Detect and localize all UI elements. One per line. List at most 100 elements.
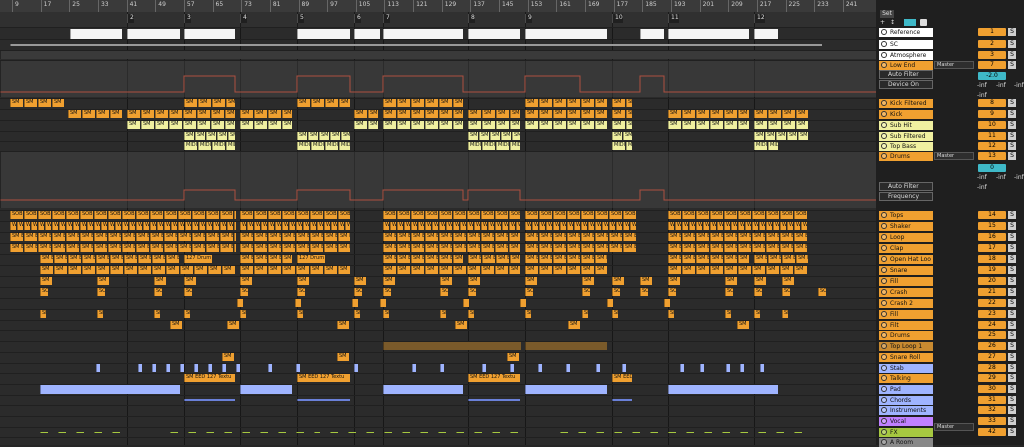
clip[interactable]: SM <box>782 310 788 318</box>
clip[interactable]: SM EED <box>668 244 681 252</box>
set-button[interactable]: Set <box>880 10 894 18</box>
clip[interactable] <box>384 432 392 433</box>
track-fold-icon[interactable] <box>881 267 887 273</box>
clip[interactable]: SM <box>468 121 481 129</box>
clip[interactable] <box>242 432 250 433</box>
track-fold-icon[interactable] <box>881 332 887 338</box>
clip[interactable] <box>383 385 463 394</box>
clip[interactable] <box>0 152 876 208</box>
clip[interactable]: SM EED <box>609 233 622 241</box>
clip[interactable]: SM <box>240 266 253 274</box>
clip[interactable]: W <box>66 222 72 230</box>
clip[interactable]: SM EED <box>623 233 636 241</box>
clip[interactable] <box>10 44 822 46</box>
clip[interactable]: SOB <box>40 288 48 296</box>
solo-button[interactable]: S <box>1008 385 1016 393</box>
track-header[interactable]: Instruments <box>879 406 933 415</box>
clip[interactable]: W <box>581 222 587 230</box>
track-activator-number[interactable]: 28 <box>978 364 1006 372</box>
clip[interactable]: W <box>595 222 601 230</box>
clip[interactable]: W <box>275 222 281 230</box>
clip[interactable]: SOB <box>794 211 807 219</box>
clip[interactable]: SOB <box>24 211 37 219</box>
clip[interactable]: SM EED <box>40 255 53 263</box>
clip[interactable]: W <box>10 222 16 230</box>
clip[interactable] <box>607 299 613 307</box>
clip[interactable]: SM <box>768 110 781 118</box>
solo-button[interactable]: S <box>1008 110 1016 118</box>
clip[interactable]: SM <box>368 121 378 129</box>
clip[interactable]: W <box>296 222 302 230</box>
clip[interactable]: MIDI <box>184 142 197 150</box>
clip[interactable]: SM <box>10 99 23 107</box>
clip[interactable]: SM <box>539 121 552 129</box>
clip[interactable]: SM <box>539 110 552 118</box>
clip[interactable]: SM EED <box>495 244 508 252</box>
clip[interactable] <box>538 364 542 372</box>
clip[interactable]: SM <box>337 353 349 361</box>
clip[interactable] <box>650 432 658 433</box>
clip[interactable]: SM <box>738 121 749 129</box>
clip[interactable]: SM EED <box>668 233 681 241</box>
clip[interactable]: SM EED <box>468 255 481 263</box>
track-activator-number[interactable]: 13 <box>978 152 1006 160</box>
solo-button[interactable]: S <box>1008 396 1016 404</box>
clip[interactable]: SM <box>110 110 122 118</box>
track-header[interactable]: Sub Filtered <box>879 132 933 141</box>
track-activator-number[interactable]: 3 <box>978 51 1006 59</box>
clip[interactable]: SM <box>782 277 794 285</box>
track-header[interactable]: A Room <box>879 438 933 447</box>
clip[interactable]: W <box>766 222 772 230</box>
clip[interactable]: SOB <box>467 211 480 219</box>
clip[interactable]: MIDI <box>768 142 778 150</box>
track-fold-icon[interactable] <box>881 289 887 295</box>
clip[interactable]: W <box>24 222 30 230</box>
solo-button[interactable]: S <box>1008 374 1016 382</box>
clip[interactable]: SM <box>183 110 196 118</box>
clip[interactable]: SM <box>268 110 281 118</box>
clip[interactable]: W <box>668 222 674 230</box>
clip[interactable]: SM <box>581 99 594 107</box>
clip[interactable]: SOB <box>595 211 608 219</box>
clip[interactable]: SOB <box>254 211 267 219</box>
clip[interactable]: SM EED <box>453 244 466 252</box>
clip[interactable]: SM <box>724 121 737 129</box>
clip[interactable]: SM EED <box>383 244 396 252</box>
clip[interactable] <box>596 432 604 433</box>
clip[interactable]: SOB <box>108 211 121 219</box>
track-header[interactable]: Snare Roll <box>879 353 933 362</box>
clip[interactable]: SM EED <box>796 255 808 263</box>
track-header[interactable]: Top Loop 1 <box>879 342 933 351</box>
clip[interactable]: SM EED <box>780 233 793 241</box>
clip[interactable]: SM <box>254 266 267 274</box>
clip[interactable] <box>297 29 350 39</box>
clip[interactable]: SM EED <box>240 255 253 263</box>
clip[interactable] <box>180 364 184 372</box>
clip[interactable]: SM <box>411 110 424 118</box>
clip[interactable]: SM EED <box>609 244 622 252</box>
clip[interactable]: SM <box>725 277 737 285</box>
track-activator-number[interactable]: 11 <box>978 132 1006 140</box>
track-header[interactable]: Kick Filtered <box>879 99 933 108</box>
clip[interactable]: W <box>227 222 233 230</box>
clip[interactable]: SM <box>567 110 580 118</box>
track-header[interactable]: Tops <box>879 211 933 220</box>
clip[interactable]: SM <box>282 121 292 129</box>
clip[interactable]: W <box>52 222 58 230</box>
track-header[interactable]: Clap <box>879 244 933 253</box>
clip[interactable] <box>680 364 684 372</box>
clip[interactable]: SM EED <box>696 233 709 241</box>
clip[interactable] <box>297 399 350 401</box>
clip[interactable]: SM <box>194 266 207 274</box>
clip[interactable] <box>474 432 482 433</box>
solo-button[interactable]: S <box>1008 288 1016 296</box>
clip[interactable] <box>206 432 214 433</box>
clip[interactable]: SM <box>141 121 154 129</box>
clip[interactable]: SM <box>82 110 95 118</box>
clip[interactable] <box>383 342 521 350</box>
clip[interactable]: W <box>261 222 267 230</box>
clip[interactable]: SM EED <box>453 255 463 263</box>
clip[interactable]: MIDI <box>212 142 225 150</box>
clip[interactable] <box>184 29 235 39</box>
clip[interactable]: SM <box>383 121 396 129</box>
